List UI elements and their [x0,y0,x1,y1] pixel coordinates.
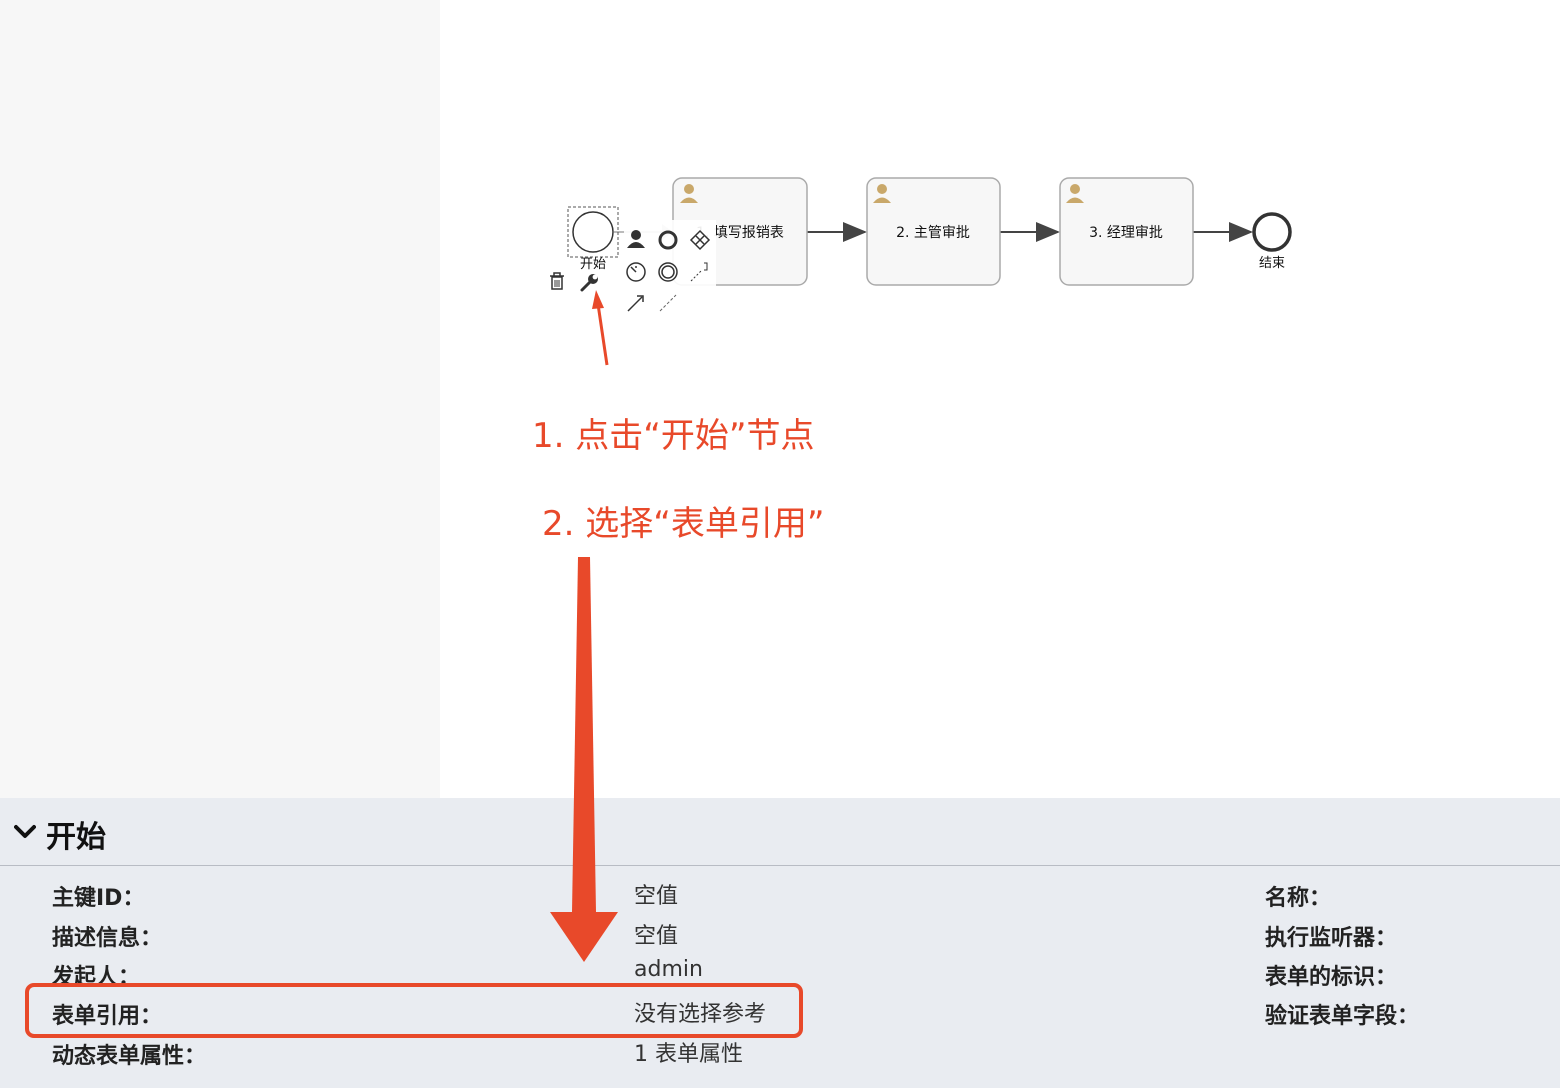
properties-header[interactable]: 开始 [0,798,1560,866]
prop-value-id[interactable]: 空值 [634,878,678,910]
task-3-label: 3. 经理审批 [1089,225,1163,241]
task-2-label: 2. 主管审批 [896,225,970,241]
prop-value-form-properties[interactable]: 1 表单属性 [634,1036,743,1068]
wrench-icon[interactable] [580,274,598,292]
prop-value-documentation[interactable]: 空值 [634,918,678,950]
prop-label-form-key[interactable]: 表单的标识： [1265,959,1397,991]
prop-label-form-properties: 动态表单属性： [52,1044,207,1069]
start-event-label: 开始 [580,257,606,272]
chevron-down-icon[interactable] [14,824,36,840]
bpmn-diagram: 1. 填写报销表 2. 主管审批 3. 经理审批 结束 开始 [550,177,1292,316]
left-panel [0,0,440,798]
highlight-box-form-reference [25,983,803,1038]
annotation-step2: 2. 选择“表单引用” [542,504,825,544]
prop-label-validate-form-fields[interactable]: 验证表单字段： [1265,998,1419,1030]
diagram-canvas[interactable]: 1. 填写报销表 2. 主管审批 3. 经理审批 结束 开始 1. 点击“开始”… [440,0,1560,798]
start-event[interactable] [572,211,614,253]
prop-value-initiator[interactable]: admin [634,957,703,982]
prop-label-name[interactable]: 名称： [1265,880,1331,912]
end-event-label: 结束 [1259,256,1285,271]
annotation-step1: 1. 点击“开始”节点 [532,416,815,456]
end-event[interactable] [1252,212,1292,252]
delete-trash-icon[interactable] [550,272,564,290]
properties-panel: 开始 主键ID： 空值 描述信息： 空值 发起人： admin 表单引用： 没有… [0,798,1560,1088]
prop-label-execution-listeners[interactable]: 执行监听器： [1265,920,1397,952]
task-3[interactable]: 3. 经理审批 [1059,177,1194,286]
properties-title: 开始 [46,820,106,855]
task-2[interactable]: 2. 主管审批 [866,177,1001,286]
prop-label-documentation: 描述信息： [52,926,163,951]
prop-label-id: 主键ID： [52,886,145,911]
